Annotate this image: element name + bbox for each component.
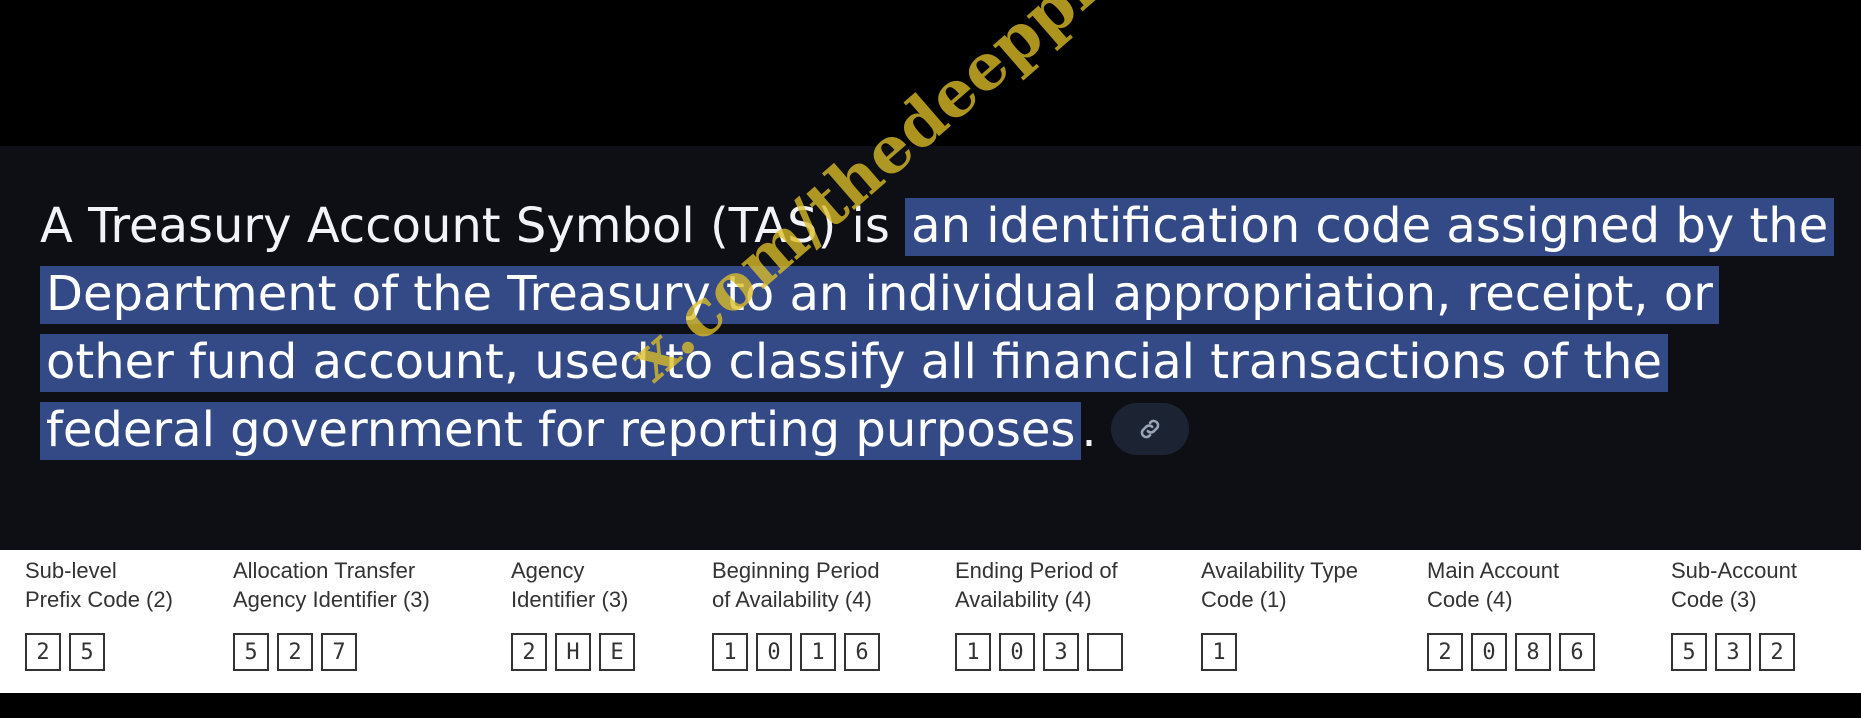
tas-char-boxes: 2086 [1427,633,1595,671]
tas-char-box: 2 [1759,633,1795,671]
tas-char-box [1087,633,1123,671]
tas-field: Availability Type Code (1) 1 [1201,556,1358,671]
form-divider [0,690,1861,693]
tas-char-boxes: 532 [1671,633,1795,671]
tas-char-box: 5 [233,633,269,671]
tas-field-label: Main Account Code (4) [1427,558,1560,612]
source-link-button[interactable] [1110,403,1189,455]
tas-format-diagram: Sub-level Prefix Code (2) 2 5 Allocation Tr… [0,550,1861,690]
tas-char-box: 2 [25,633,61,671]
tas-field-label: Sub-level Prefix Code (2) [25,558,173,612]
tas-field-label: Sub-Account Code (3) [1671,558,1797,612]
answer-text: A Treasury Account Symbol (TAS) is an id… [40,192,1840,464]
tas-field: Agency Identifier (3) 2 H E [511,556,635,671]
tas-char-box: 5 [1671,633,1707,671]
tas-char-box: 0 [999,633,1035,671]
top-band [0,0,1861,146]
tas-char-box: 2 [511,633,547,671]
tas-field-label: Availability Type Code (1) [1201,558,1358,612]
tas-field: Main Account Code (4) 2 0 8 6 [1427,556,1595,671]
tas-field-label: Agency Identifier (3) [511,558,629,612]
tas-char-box: 2 [1427,633,1463,671]
tas-char-box: 1 [800,633,836,671]
tas-field-label: Beginning Period of Availability (4) [712,558,880,612]
tas-char-boxes: 2HE [511,633,635,671]
tas-char-box: 0 [756,633,792,671]
tas-char-box: 1 [1201,633,1237,671]
tas-char-box: 5 [69,633,105,671]
tas-field: Allocation Transfer Agency Identifier (3… [233,556,430,671]
answer-panel: A Treasury Account Symbol (TAS) is an id… [0,146,1861,550]
answer-plain-start: A Treasury Account Symbol (TAS) is [40,198,906,254]
tas-char-boxes: 25 [25,633,105,671]
tas-char-box: 3 [1715,633,1751,671]
tas-char-box: 3 [1043,633,1079,671]
tas-field: Sub-level Prefix Code (2) 2 5 [25,556,173,671]
tas-char-box: 2 [277,633,313,671]
tas-char-box: 8 [1515,633,1551,671]
tas-char-boxes: 527 [233,633,357,671]
tas-field: Sub-Account Code (3) 5 3 2 [1671,556,1797,671]
tas-char-box: 6 [844,633,880,671]
tas-field-label: Ending Period of Availability (4) [955,558,1118,612]
tas-field-label: Allocation Transfer Agency Identifier (3… [233,558,430,612]
tas-field: Beginning Period of Availability (4) 1 0 1 6 [712,556,880,671]
answer-plain-end: . [1081,402,1097,458]
link-icon [1140,419,1159,439]
tas-char-box: 6 [1559,633,1595,671]
tas-char-box: 7 [321,633,357,671]
tas-char-boxes: 1016 [712,633,880,671]
tas-char-box: 1 [955,633,991,671]
tas-char-boxes: 103 [955,633,1123,671]
tas-char-box: 0 [1471,633,1507,671]
tas-char-boxes: 1 [1201,633,1237,671]
tas-char-box: H [555,633,591,671]
tas-char-box: E [599,633,635,671]
tas-char-box: 1 [712,633,748,671]
tas-field: Ending Period of Availability (4) 1 0 3 [955,556,1123,671]
